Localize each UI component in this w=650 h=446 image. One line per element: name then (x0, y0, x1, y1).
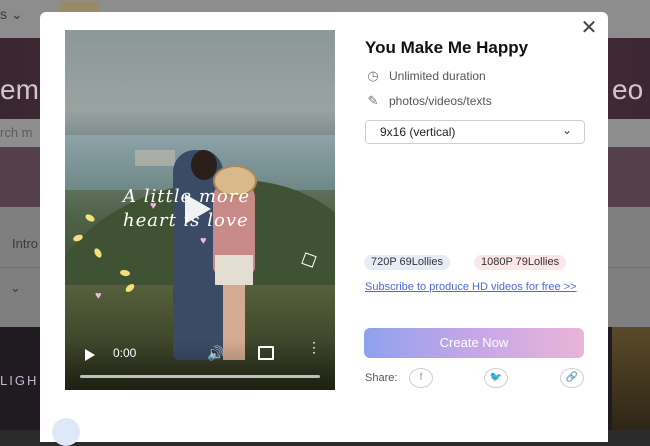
feature-media: ✎ photos/videos/texts (365, 93, 492, 109)
close-icon[interactable]: ✕ (578, 17, 600, 39)
feature-duration-text: Unlimited duration (389, 69, 486, 83)
volume-icon[interactable]: 🔊 (207, 345, 224, 362)
video-player[interactable]: ♥ ♥ ♥ A little more heart is love 0:00 🔊… (65, 30, 335, 390)
link-icon[interactable]: 🔗 (560, 368, 584, 388)
fullscreen-icon[interactable] (258, 346, 274, 360)
heart-icon: ♥ (95, 290, 102, 302)
petal-decoration (84, 212, 96, 224)
price-badge-720p[interactable]: 720P 69Lollies (364, 255, 450, 270)
current-time: 0:00 (113, 346, 137, 360)
pencil-icon: ✎ (367, 93, 379, 108)
avatar (52, 418, 80, 446)
chevron-down-icon: ⌄ (10, 280, 21, 295)
twitter-icon[interactable]: 🐦 (484, 368, 508, 388)
more-options-icon[interactable]: ⋮ (307, 340, 321, 354)
subscribe-link[interactable]: Subscribe to produce HD videos for free … (365, 278, 585, 297)
background-thumbnail (612, 327, 650, 430)
play-button-icon[interactable] (85, 349, 95, 361)
aspect-ratio-select[interactable]: 9x16 (vertical) ⌄ (365, 120, 585, 144)
heart-icon: ♥ (200, 235, 207, 247)
create-now-button[interactable]: Create Now (364, 328, 584, 358)
background-intro-tab: Intro (12, 236, 39, 251)
share-label: Share: (365, 372, 398, 384)
video-overlay-line-2: heart is love (123, 210, 249, 231)
video-controls: 0:00 🔊 ⋮ (65, 340, 335, 390)
chevron-down-icon: s ⌄ (0, 6, 23, 22)
video-overlay-text: A little more heart is love (123, 185, 313, 233)
clock-icon: ◷ (367, 68, 379, 83)
hero-text-left: em (0, 74, 39, 105)
video-overlay-line-1: A little more (123, 186, 250, 207)
video-person-skirt (215, 255, 253, 285)
feature-media-text: photos/videos/texts (389, 94, 492, 108)
hero-text-right: eo (612, 74, 644, 105)
feature-duration: ◷ Unlimited duration (365, 68, 486, 84)
template-preview-modal: ✕ ♥ ♥ ♥ A little more heart is love 0:00… (40, 12, 608, 442)
video-scene-city (135, 150, 175, 166)
background-gallery-text: LIGH (0, 373, 39, 388)
video-progress-bar[interactable] (80, 375, 320, 378)
template-title: You Make Me Happy (365, 38, 529, 57)
background-search-text: rch m (0, 125, 33, 140)
facebook-icon[interactable]: f (409, 368, 433, 388)
price-badge-1080p[interactable]: 1080P 79Lollies (474, 255, 567, 270)
chevron-down-icon: ⌄ (561, 123, 572, 137)
play-icon[interactable] (185, 194, 211, 224)
aspect-ratio-value: 9x16 (vertical) (380, 125, 456, 139)
